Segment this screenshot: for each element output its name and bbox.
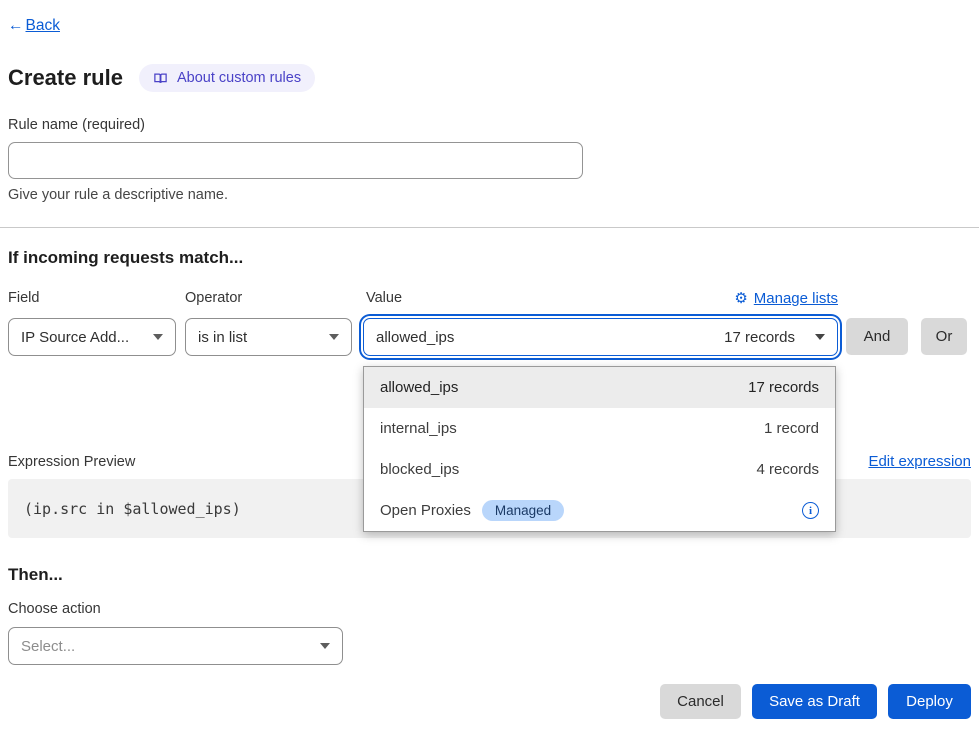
info-icon[interactable]: i	[802, 502, 819, 519]
back-link[interactable]: ←Back	[8, 17, 60, 35]
list-item-meta: 1 record	[764, 420, 819, 437]
back-arrow-icon: ←	[8, 17, 24, 35]
value-label: Value	[366, 290, 402, 306]
list-item-blocked-ips[interactable]: blocked_ips 4 records	[364, 449, 835, 490]
about-custom-rules-label: About custom rules	[177, 70, 301, 86]
list-item-name: blocked_ips	[380, 461, 459, 478]
title-row: Create rule About custom rules	[8, 64, 315, 92]
manage-lists-label: Manage lists	[754, 290, 838, 307]
list-item-name: allowed_ips	[380, 379, 458, 396]
field-select-value: IP Source Add...	[21, 329, 129, 346]
field-select[interactable]: IP Source Add...	[8, 318, 176, 356]
value-select-meta: 17 records	[724, 329, 795, 346]
chevron-down-icon	[329, 334, 339, 340]
choose-action-label: Choose action	[8, 601, 101, 617]
rule-name-label: Rule name (required)	[8, 117, 145, 133]
expression-preview-label: Expression Preview	[8, 454, 135, 470]
create-rule-page: ←Back Create rule About custom rules Rul…	[0, 0, 979, 739]
field-label: Field	[8, 290, 39, 306]
value-select[interactable]: allowed_ips 17 records	[363, 318, 838, 356]
manage-lists-link[interactable]: ⚙ Manage lists	[734, 290, 838, 307]
rule-name-helper: Give your rule a descriptive name.	[8, 187, 228, 203]
page-title: Create rule	[8, 65, 123, 91]
list-item-open-proxies[interactable]: Open Proxies Managed i	[364, 490, 835, 531]
section-divider	[0, 227, 979, 228]
list-item-meta: 17 records	[748, 379, 819, 396]
action-select-placeholder: Select...	[21, 638, 75, 655]
list-item-name: internal_ips	[380, 420, 457, 437]
chevron-down-icon	[815, 334, 825, 340]
about-custom-rules-link[interactable]: About custom rules	[139, 64, 315, 92]
list-item-internal-ips[interactable]: internal_ips 1 record	[364, 408, 835, 449]
then-heading: Then...	[8, 565, 63, 585]
operator-select-value: is in list	[198, 329, 247, 346]
list-item-name: Open Proxies	[380, 502, 471, 519]
list-item-allowed-ips[interactable]: allowed_ips 17 records	[364, 367, 835, 408]
save-as-draft-button[interactable]: Save as Draft	[752, 684, 877, 719]
edit-expression-link[interactable]: Edit expression	[868, 453, 971, 470]
and-button[interactable]: And	[846, 318, 908, 355]
book-icon	[153, 71, 168, 86]
gear-icon: ⚙	[734, 291, 747, 306]
rule-name-input[interactable]	[8, 142, 583, 179]
chevron-down-icon	[153, 334, 163, 340]
back-label: Back	[26, 17, 60, 35]
match-heading: If incoming requests match...	[8, 248, 243, 268]
chevron-down-icon	[320, 643, 330, 649]
operator-label: Operator	[185, 290, 242, 306]
or-button[interactable]: Or	[921, 318, 967, 355]
action-select[interactable]: Select...	[8, 627, 343, 665]
deploy-button[interactable]: Deploy	[888, 684, 971, 719]
list-item-meta: 4 records	[756, 461, 819, 478]
value-select-value: allowed_ips	[376, 329, 454, 346]
expression-code: (ip.src in $allowed_ips)	[24, 500, 241, 518]
cancel-button[interactable]: Cancel	[660, 684, 741, 719]
value-dropdown-menu: allowed_ips 17 records internal_ips 1 re…	[363, 366, 836, 532]
operator-select[interactable]: is in list	[185, 318, 352, 356]
managed-badge: Managed	[482, 500, 564, 521]
